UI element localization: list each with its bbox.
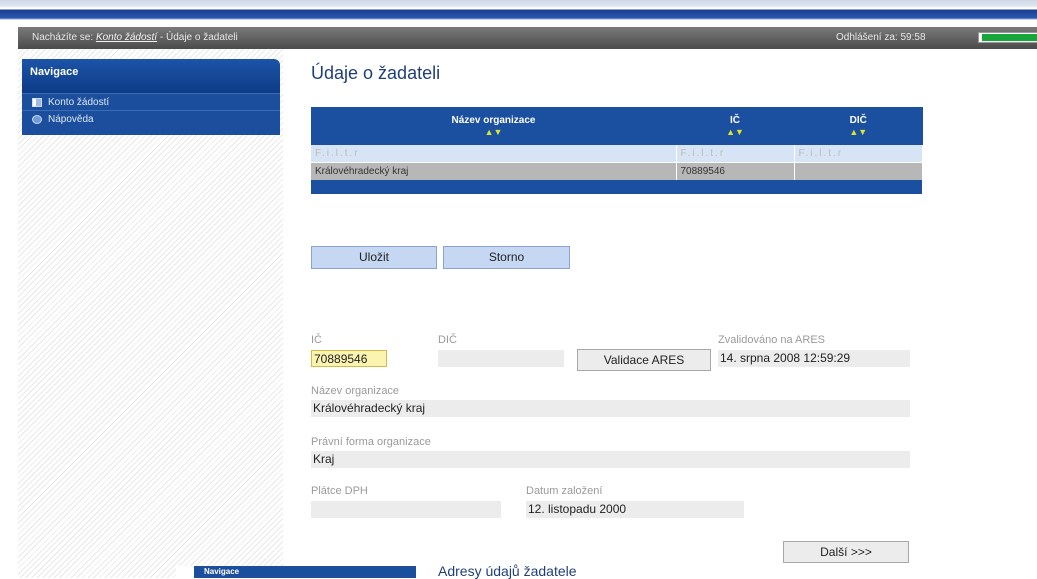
sort-arrows-icon[interactable]: ▲▼ (794, 127, 923, 137)
filter-input-name[interactable]: F.i.l.t.r (311, 145, 677, 163)
logout-countdown: Odhlášení za: 59:58 (836, 32, 926, 43)
vat-payer-field[interactable] (311, 501, 501, 518)
nav-item-konto-zadosti[interactable]: Konto žádostí (22, 93, 280, 110)
navigation-footer (22, 127, 280, 135)
navigation-title: Navigace (22, 59, 280, 93)
session-timer-fill (982, 34, 1037, 41)
save-button[interactable]: Uložit (311, 246, 437, 269)
ares-validated-value: 14. srpna 2008 12:59:29 (718, 350, 910, 367)
sort-arrows-icon[interactable]: ▲▼ (676, 127, 794, 137)
help-icon (32, 114, 42, 124)
nav-item-label: Konto žádostí (48, 96, 110, 108)
session-timer-bar (978, 32, 1037, 43)
fragment-navigation-title: Navigace (194, 566, 416, 578)
legal-form-label: Právní forma organizace (311, 436, 431, 448)
vat-payer-label: Plátce DPH (311, 485, 368, 497)
org-name-label: Název organizace (311, 385, 400, 397)
breadcrumb-link-konto[interactable]: Konto žádostí (96, 32, 157, 43)
top-banner (0, 0, 1037, 24)
filter-row: F.i.l.t.r F.i.l.t.r F.i.l.t.r (311, 145, 923, 163)
location-bar: Nacházíte se: Konto žádostí - Údaje o ža… (18, 27, 1037, 49)
nav-item-label: Nápověda (48, 113, 94, 125)
sort-arrows-icon[interactable]: ▲▼ (311, 127, 676, 137)
ic-field[interactable]: 70889546 (311, 350, 387, 367)
table-footer (311, 180, 923, 194)
column-header-ic[interactable]: IČ ▲▼ (676, 107, 794, 145)
cell-name: Královéhradecký kraj (311, 162, 677, 180)
filter-input-dic[interactable]: F.i.l.t.r (794, 145, 923, 163)
ic-label: IČ (311, 334, 322, 346)
column-header-name[interactable]: Název organizace ▲▼ (311, 107, 676, 145)
breadcrumb-prefix: Nacházíte se: (32, 32, 94, 43)
legal-form-field[interactable]: Kraj (311, 451, 910, 468)
second-screenshot-fragment: Navigace Adresy údajů žadatele (176, 563, 1037, 579)
cell-dic (794, 162, 923, 180)
cell-ic: 70889546 (676, 162, 795, 180)
cancel-button[interactable]: Storno (443, 246, 570, 269)
nav-item-napoveda[interactable]: Nápověda (22, 110, 280, 127)
book-icon (32, 97, 42, 107)
fragment-page-title: Adresy údajů žadatele (438, 563, 577, 579)
filter-input-ic[interactable]: F.i.l.t.r (676, 145, 795, 163)
organization-table: Název organizace ▲▼ IČ ▲▼ DIČ ▲▼ F.i.l.t.r … (311, 107, 923, 194)
column-header-dic[interactable]: DIČ ▲▼ (794, 107, 923, 145)
ares-validated-label: Zvalidováno na ARES (718, 334, 826, 346)
navigation-panel: Navigace Konto žádostí Nápověda (22, 59, 280, 135)
dic-label: DIČ (438, 334, 457, 346)
dic-field[interactable] (438, 350, 564, 367)
org-name-field[interactable]: Královéhradecký kraj (311, 400, 910, 417)
validate-ares-button[interactable]: Validace ARES (577, 349, 711, 371)
next-button[interactable]: Další >>> (783, 541, 909, 563)
table-row[interactable]: Královéhradecký kraj 70889546 (311, 162, 923, 180)
founded-date-field[interactable]: 12. listopadu 2000 (526, 501, 744, 518)
page-title: Údaje o žadateli (311, 63, 441, 83)
founded-date-label: Datum založení (526, 485, 603, 497)
breadcrumb: Nacházíte se: Konto žádostí - Údaje o ža… (32, 32, 238, 43)
breadcrumb-current: - Údaje o žadateli (157, 32, 238, 43)
